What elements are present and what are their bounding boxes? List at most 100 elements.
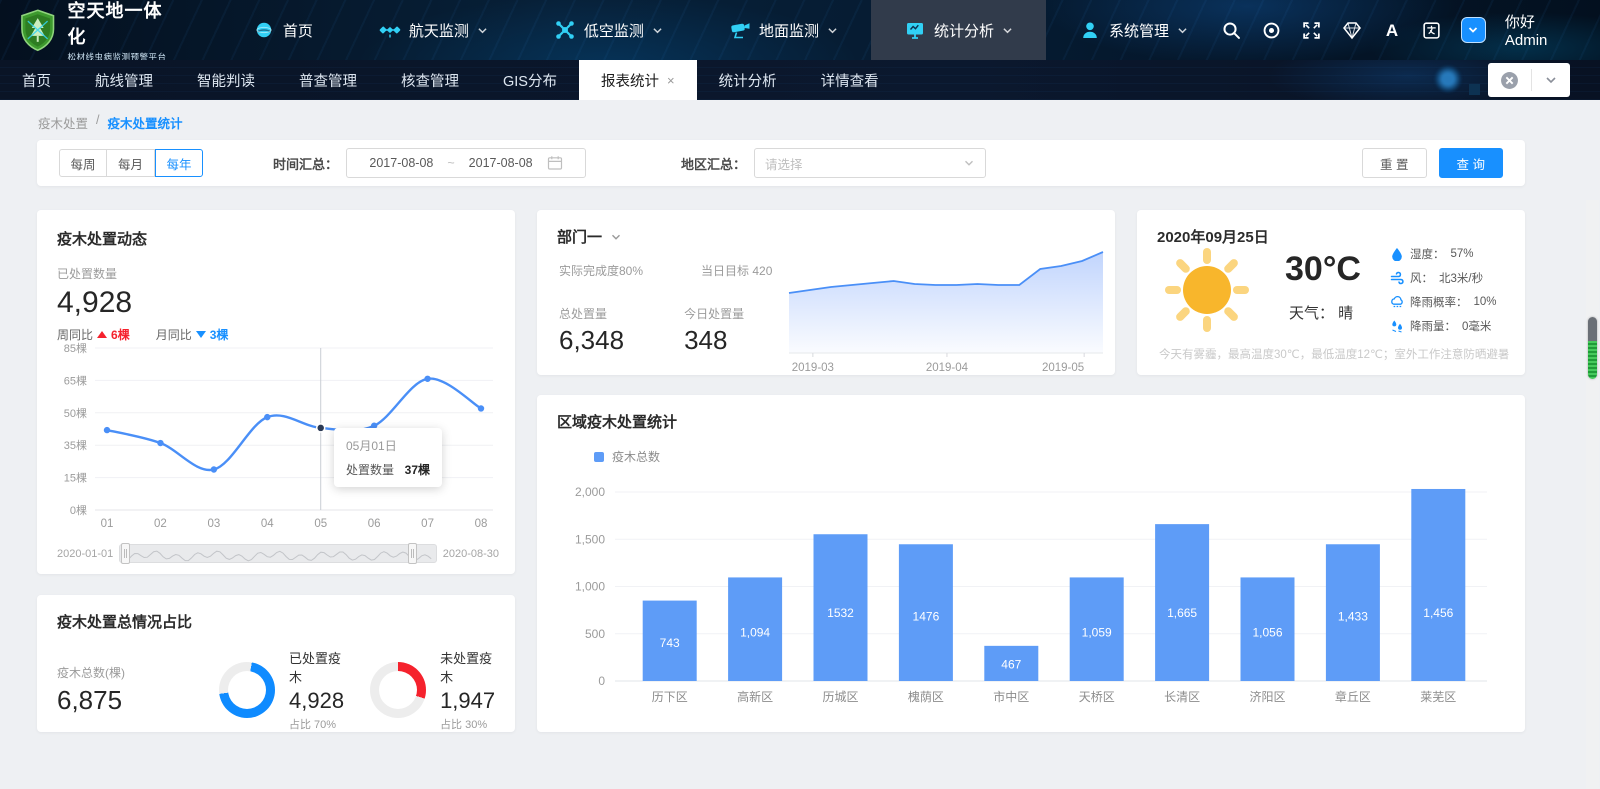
globe-icon (253, 19, 275, 41)
bar-长清区[interactable] (1155, 524, 1209, 681)
period-option-每年[interactable]: 每年 (155, 149, 203, 177)
tab-label: 智能判读 (197, 70, 255, 91)
x-tick-label: 01 (101, 518, 114, 530)
daily-target-label: 当日目标 420 (701, 262, 772, 279)
unprocessed-label: 未处置疫木 (440, 648, 495, 686)
tab-智能判读[interactable]: 智能判读 (175, 60, 277, 100)
font-size-icon[interactable]: A (1382, 20, 1402, 41)
bar-value-label: 1,665 (1167, 606, 1197, 620)
region-bar-chart[interactable]: 05001,0001,5002,000743历下区1,094高新区1532历城区… (557, 463, 1505, 713)
data-point-05[interactable] (317, 424, 325, 432)
tab-close-icon[interactable]: × (667, 73, 675, 88)
decorative-glow (1434, 65, 1462, 93)
y-tick-label: 1,000 (575, 580, 605, 594)
locate-icon[interactable] (1261, 20, 1282, 41)
nav-item-系统管理[interactable]: 系统管理 (1046, 0, 1221, 60)
slider-track[interactable] (119, 544, 436, 563)
category-label: 高新区 (737, 689, 773, 704)
tab-报表统计[interactable]: 报表统计 × (579, 60, 697, 100)
tooltip-value: 37棵 (405, 461, 430, 478)
scrollbar-thumb[interactable] (1588, 317, 1597, 379)
processed-ratio: 占比 70% (289, 716, 344, 732)
slider-end-date: 2020-08-30 (443, 548, 499, 560)
scrollbar-thumb-top (1588, 317, 1597, 341)
tab-GIS分布[interactable]: GIS分布 (481, 60, 579, 100)
disposal-trend-card: 疫木处置动态 已处置数量 4,928 周同比 6棵 月同比 3棵 0棵15棵35… (37, 210, 515, 574)
data-point-08[interactable] (478, 405, 484, 411)
tab-list-chevron-icon[interactable] (1544, 73, 1558, 87)
nav-item-航天监测[interactable]: 航天监测 (346, 0, 521, 60)
region-select[interactable]: 请选择 (754, 148, 986, 178)
tab-label: 报表统计 (601, 70, 659, 91)
tab-航线管理[interactable]: 航线管理 (73, 60, 175, 100)
tab-核查管理[interactable]: 核查管理 (379, 60, 481, 100)
tab-actions-control (1488, 63, 1570, 97)
search-icon[interactable] (1221, 20, 1242, 41)
category-label: 市中区 (993, 689, 1029, 704)
data-point-07[interactable] (424, 376, 430, 382)
weather-details-list: 湿度：57%风：北3米/秒降雨概率：10%降雨量：0毫米 (1390, 246, 1497, 334)
period-option-每周[interactable]: 每周 (59, 149, 107, 177)
date-end: 2017-08-08 (469, 156, 533, 170)
today-disposal-label: 今日处置量 (684, 305, 744, 322)
breadcrumb-parent[interactable]: 疫木处置 (38, 113, 88, 132)
camera-icon (729, 19, 751, 41)
reset-button[interactable]: 重 置 (1362, 148, 1426, 178)
tab-统计分析[interactable]: 统计分析 (697, 60, 799, 100)
weather-detail-label: 湿度： (1410, 246, 1445, 262)
divider (1531, 69, 1532, 91)
data-point-03[interactable] (211, 466, 217, 472)
app-logo[interactable]: 空天地一体化 松材线虫病监测预警平台 (18, 0, 180, 60)
tab-label: 详情查看 (821, 70, 879, 91)
department-area-chart[interactable]: 2019-032019-042019-05 (785, 238, 1107, 375)
total-disposal-value: 6,348 (559, 325, 624, 356)
data-point-04[interactable] (264, 414, 270, 420)
decorative-square (1469, 84, 1480, 95)
period-option-每月[interactable]: 每月 (107, 149, 155, 177)
tab-strip: 首页航线管理 智能判读 普查管理核查管理 GIS分布 报表统计 × 统计分析 详情查看 (0, 60, 1600, 100)
app-title: 空天地一体化 (67, 0, 179, 49)
theme-toggle-button[interactable] (1461, 17, 1486, 43)
bar-value-label: 1,056 (1252, 625, 1282, 639)
chart-tooltip: 05月01日 处置数量 37棵 (334, 428, 442, 487)
slider-handle-right[interactable] (408, 543, 417, 564)
top-navbar: 空天地一体化 松材线虫病监测预警平台 首页 航天监测 低空监测 地面监测统计分析系统管… (0, 0, 1600, 60)
tab-普查管理[interactable]: 普查管理 (277, 60, 379, 100)
unprocessed-ratio: 占比 30% (440, 716, 495, 732)
nav-item-label: 首页 (283, 20, 313, 41)
tab-详情查看[interactable]: 详情查看 (799, 60, 901, 100)
main-nav-menu: 首页 航天监测 低空监测 地面监测统计分析系统管理 (220, 0, 1221, 60)
close-all-tabs-icon[interactable] (1500, 71, 1519, 90)
slider-handle-left[interactable] (121, 543, 130, 564)
legend-swatch (594, 452, 604, 462)
bar-value-label: 1,456 (1423, 606, 1453, 620)
bar-莱芜区[interactable] (1411, 489, 1465, 681)
weather-note: 今天有雾霾，最高温度30℃，最低温度12℃；室外工作注意防晒避暑 (1159, 346, 1509, 362)
tooltip-date: 05月01日 (346, 437, 430, 454)
language-icon[interactable] (1421, 20, 1442, 41)
sun-icon (1163, 246, 1251, 334)
data-point-01[interactable] (104, 427, 110, 433)
department-selector-label[interactable]: 部门一 (557, 226, 602, 247)
data-point-02[interactable] (157, 440, 163, 446)
page-scrollbar[interactable] (1586, 200, 1599, 789)
tab-首页[interactable]: 首页 (0, 60, 73, 100)
user-greeting[interactable]: 你好 Admin (1505, 11, 1578, 49)
fullscreen-icon[interactable] (1301, 20, 1322, 41)
date-range-picker[interactable]: 2017-08-08 ~ 2017-08-08 (346, 148, 586, 178)
nav-item-统计分析[interactable]: 统计分析 (871, 0, 1046, 60)
nav-item-首页[interactable]: 首页 (220, 0, 346, 60)
gem-icon[interactable] (1341, 20, 1363, 41)
svg-text:A: A (1386, 21, 1398, 40)
y-tick-label: 0棵 (70, 503, 87, 517)
nav-item-低空监测[interactable]: 低空监测 (521, 0, 696, 60)
tab-label: GIS分布 (503, 70, 557, 91)
card-title: 区域疫木处置统计 (557, 411, 1505, 432)
nav-item-地面监测[interactable]: 地面监测 (696, 0, 871, 60)
nav-item-label: 低空监测 (584, 20, 644, 41)
chevron-down-icon[interactable] (610, 231, 622, 243)
slider-start-date: 2020-01-01 (57, 548, 113, 560)
query-button[interactable]: 查 询 (1439, 148, 1503, 178)
category-label: 济阳区 (1249, 689, 1285, 704)
breadcrumb-current: 疫木处置统计 (108, 113, 183, 132)
